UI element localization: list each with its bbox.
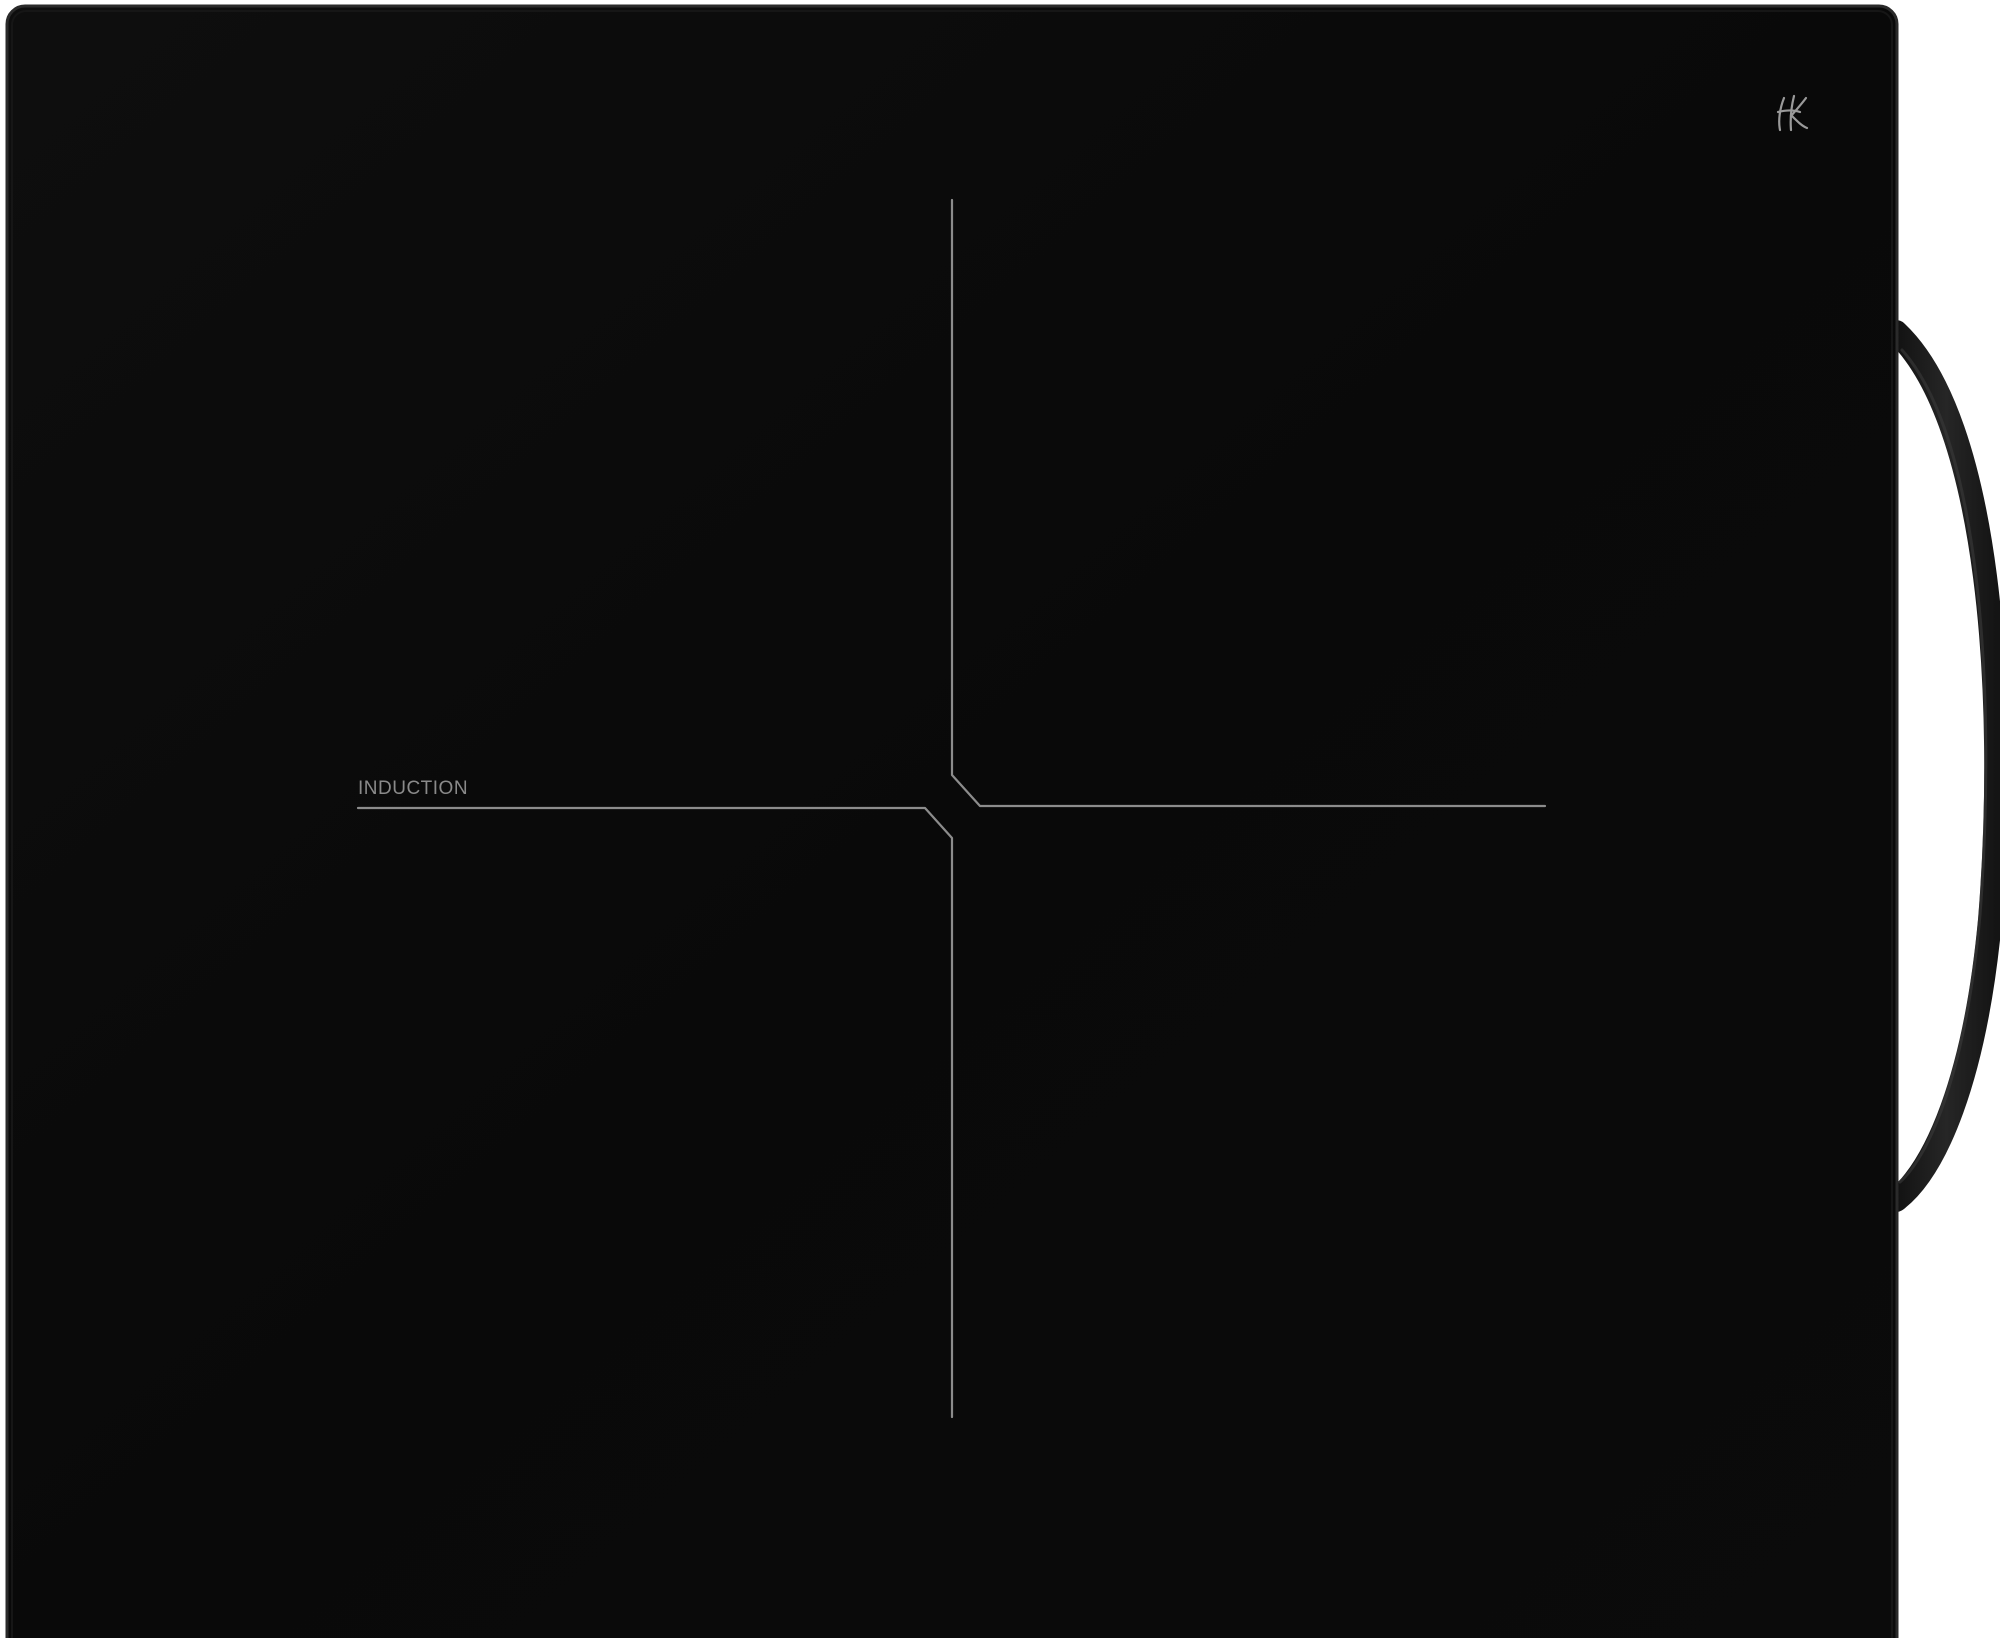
side-handle	[1884, 320, 2000, 1212]
induction-label: INDUCTION	[358, 778, 469, 799]
induction-hob-photo	[5, 4, 2000, 1638]
